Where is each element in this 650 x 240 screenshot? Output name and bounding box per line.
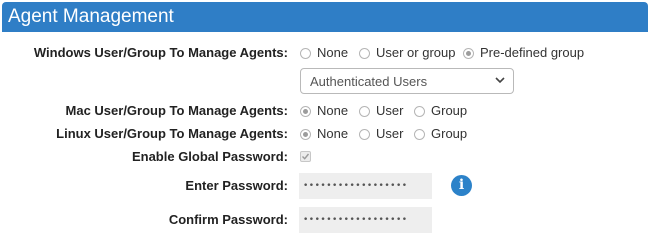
- linux-group-radio[interactable]: [414, 128, 425, 140]
- enter-password-label: Enter Password:: [185, 178, 288, 193]
- linux-none-radio[interactable]: [300, 128, 311, 140]
- global-password-checkbox[interactable]: [300, 151, 311, 162]
- checkmark-icon: [302, 153, 310, 160]
- windows-option-predefined-group[interactable]: Pre-defined group: [463, 45, 584, 61]
- mac-user-radio[interactable]: [359, 105, 370, 117]
- windows-user-or-group-label: User or group: [376, 45, 456, 60]
- mac-user-label: User: [376, 103, 404, 118]
- mac-none-label: None: [317, 103, 349, 118]
- linux-none-label: None: [317, 126, 349, 141]
- windows-option-none[interactable]: None: [300, 45, 348, 61]
- linux-user-label: User: [376, 126, 404, 141]
- mac-option-group[interactable]: Group: [414, 103, 467, 119]
- windows-group-select-value: Authenticated Users: [310, 74, 428, 89]
- windows-option-user-or-group[interactable]: User or group: [359, 45, 455, 61]
- mac-option-user[interactable]: User: [359, 103, 403, 119]
- global-password-label: Enable Global Password:: [131, 149, 288, 164]
- info-icon[interactable]: i: [451, 175, 472, 196]
- section-header: Agent Management: [2, 2, 648, 32]
- enter-password-input[interactable]: ••••••••••••••••••: [299, 173, 432, 199]
- mac-option-none[interactable]: None: [300, 103, 348, 119]
- mac-group-radio[interactable]: [414, 105, 425, 117]
- linux-user-radio[interactable]: [359, 128, 370, 140]
- windows-user-or-group-radio[interactable]: [359, 47, 370, 59]
- windows-predefined-group-radio[interactable]: [463, 47, 474, 59]
- linux-group-option-label: Group: [431, 126, 468, 141]
- mac-group-option-label: Group: [431, 103, 468, 118]
- confirm-password-label: Confirm Password:: [168, 212, 288, 227]
- windows-none-label: None: [317, 45, 349, 60]
- linux-option-group[interactable]: Group: [414, 126, 467, 142]
- section-title: Agent Management: [8, 6, 174, 27]
- windows-group-label: Windows User/Group To Manage Agents:: [33, 45, 288, 60]
- linux-option-none[interactable]: None: [300, 126, 348, 142]
- windows-none-radio[interactable]: [300, 47, 311, 59]
- windows-group-select[interactable]: Authenticated Users: [300, 68, 514, 94]
- windows-predefined-group-label: Pre-defined group: [480, 45, 585, 60]
- linux-group-label: Linux User/Group To Manage Agents:: [56, 126, 288, 141]
- confirm-password-input[interactable]: ••••••••••••••••••: [299, 207, 432, 233]
- linux-option-user[interactable]: User: [359, 126, 403, 142]
- mac-none-radio[interactable]: [300, 105, 311, 117]
- chevron-down-icon: [495, 77, 505, 84]
- mac-group-label: Mac User/Group To Manage Agents:: [65, 103, 288, 118]
